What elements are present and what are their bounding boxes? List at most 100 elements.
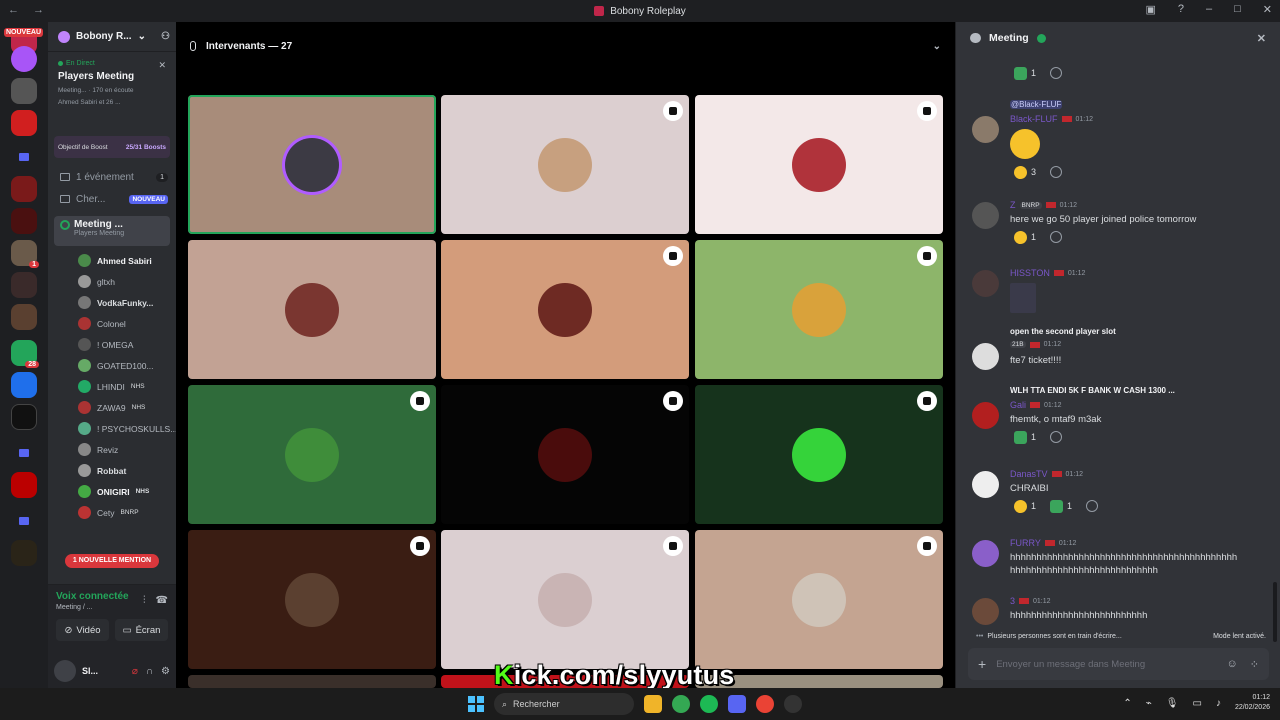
obs-icon[interactable] bbox=[784, 695, 802, 713]
server-icon-friends[interactable] bbox=[11, 110, 37, 136]
speaker-tile[interactable] bbox=[188, 675, 436, 688]
browse-row[interactable]: Cher... NOUVEAU bbox=[48, 188, 176, 210]
reaction-laugh[interactable]: 1 bbox=[1010, 228, 1040, 246]
avatar[interactable] bbox=[54, 660, 76, 682]
video-button[interactable]: ⊘ Vidéo bbox=[56, 619, 109, 641]
server-icon[interactable] bbox=[11, 472, 37, 498]
gear-icon[interactable]: ⚙ bbox=[161, 666, 170, 677]
speaker-tile[interactable] bbox=[441, 95, 689, 234]
voice-member[interactable]: Cety BNRP bbox=[48, 502, 176, 523]
headphones-icon[interactable]: ∩ bbox=[146, 666, 153, 677]
speaker-tile[interactable] bbox=[695, 385, 943, 524]
author-name[interactable]: 3 bbox=[1010, 596, 1015, 606]
voice-member[interactable]: gltxh bbox=[48, 271, 176, 292]
speaker-tile[interactable] bbox=[441, 385, 689, 524]
discord-icon[interactable] bbox=[728, 695, 746, 713]
mic-muted-icon[interactable]: ⌀ bbox=[132, 666, 138, 677]
voice-member[interactable]: ONIGIRI NHS bbox=[48, 481, 176, 502]
reaction-laugh[interactable]: 3 bbox=[1010, 163, 1040, 181]
server-icon[interactable]: 1 bbox=[11, 240, 39, 268]
author-name[interactable]: DanasTV bbox=[1010, 469, 1048, 479]
speaker-tile[interactable] bbox=[695, 530, 943, 669]
sticker-icon[interactable]: ☺ bbox=[1227, 658, 1238, 671]
server-icon[interactable] bbox=[11, 404, 37, 430]
reaction-check[interactable]: 1 bbox=[1010, 64, 1040, 82]
maximize-icon[interactable]: □ bbox=[1234, 3, 1241, 16]
speaker-tile[interactable] bbox=[188, 95, 436, 234]
spotify-icon[interactable] bbox=[700, 695, 718, 713]
speaker-tile[interactable] bbox=[695, 95, 943, 234]
reaction-check[interactable]: 1 bbox=[1046, 497, 1076, 515]
taskbar-search[interactable]: ⌕ Rechercher bbox=[494, 693, 634, 715]
chevron-down-icon[interactable]: ⌄ bbox=[933, 41, 941, 52]
forward-icon[interactable]: → bbox=[33, 4, 44, 16]
back-icon[interactable]: ← bbox=[8, 4, 19, 16]
voice-member[interactable]: Reviz bbox=[48, 439, 176, 460]
close-icon[interactable]: ✕ bbox=[158, 60, 166, 71]
speaker-tile[interactable] bbox=[188, 240, 436, 379]
chat-scrollbar[interactable] bbox=[1273, 582, 1277, 642]
reply-preview[interactable]: @Black-FLUF bbox=[1010, 100, 1063, 109]
server-icon[interactable] bbox=[11, 540, 37, 566]
events-row[interactable]: 1 événement 1 bbox=[48, 166, 176, 188]
add-reaction-button[interactable] bbox=[1046, 228, 1066, 246]
speaker-tile[interactable] bbox=[188, 530, 436, 669]
voice-member[interactable]: VodkaFunky... bbox=[48, 292, 176, 313]
folder-icon[interactable] bbox=[11, 508, 37, 534]
author-name[interactable]: Black-FLUF bbox=[1010, 114, 1058, 124]
server-icon[interactable] bbox=[11, 78, 37, 104]
speaker-tile[interactable] bbox=[695, 240, 943, 379]
volume-icon[interactable]: ♪ bbox=[1216, 698, 1221, 709]
avatar[interactable] bbox=[972, 270, 999, 297]
composer-placeholder[interactable]: Envoyer un message dans Meeting bbox=[996, 659, 1145, 670]
server-icon[interactable] bbox=[11, 304, 37, 330]
add-reaction-button[interactable] bbox=[1046, 428, 1066, 446]
author-name[interactable]: Z bbox=[1010, 200, 1016, 210]
server-icon[interactable] bbox=[11, 208, 37, 234]
speaker-tile[interactable] bbox=[441, 530, 689, 669]
server-icon[interactable] bbox=[11, 176, 37, 202]
voice-member[interactable]: ZAWA9 NHS bbox=[48, 397, 176, 418]
message-composer[interactable]: + Envoyer un message dans Meeting ☺ ⁘ bbox=[968, 648, 1269, 680]
disconnect-icon[interactable]: ☎ bbox=[156, 595, 168, 606]
author-name[interactable]: FURRY bbox=[1010, 538, 1041, 548]
live-event-card[interactable]: En Direct Players Meeting Meeting... · 1… bbox=[54, 56, 170, 132]
server-icon[interactable] bbox=[11, 372, 37, 398]
folder-icon[interactable] bbox=[11, 144, 37, 170]
avatar[interactable] bbox=[972, 540, 999, 567]
voice-member[interactable]: ! PSYCHOSKULLS... bbox=[48, 418, 176, 439]
add-reaction-button[interactable] bbox=[1046, 163, 1066, 181]
windows-start-icon[interactable] bbox=[468, 696, 484, 712]
author-name[interactable]: Gali bbox=[1010, 400, 1026, 410]
add-reaction-button[interactable] bbox=[1082, 497, 1102, 515]
clock[interactable]: 01:12 22/02/2026 bbox=[1235, 693, 1270, 713]
voice-member[interactable]: Robbat bbox=[48, 460, 176, 481]
author-name[interactable]: HISSTON bbox=[1010, 268, 1050, 278]
voice-member[interactable]: Colonel bbox=[48, 313, 176, 334]
voice-member[interactable]: ! OMEGA bbox=[48, 334, 176, 355]
server-icon[interactable] bbox=[11, 272, 37, 298]
voice-member[interactable]: LHINDI NHS bbox=[48, 376, 176, 397]
file-explorer-icon[interactable] bbox=[644, 695, 662, 713]
inbox-icon[interactable]: ▣ bbox=[1145, 3, 1155, 16]
active-stage-channel[interactable]: Meeting ... Players Meeting bbox=[54, 216, 170, 246]
speaker-tile[interactable] bbox=[188, 385, 436, 524]
mic-icon[interactable]: 🎙 bbox=[1166, 698, 1179, 709]
chevron-up-icon[interactable]: ⌃ bbox=[1123, 698, 1131, 709]
network-icon[interactable]: ⌁ bbox=[1146, 698, 1152, 709]
avatar[interactable] bbox=[972, 116, 999, 143]
server-icon[interactable]: 28 bbox=[11, 340, 39, 368]
plus-icon[interactable]: + bbox=[978, 656, 986, 672]
apps-icon[interactable]: ⁘ bbox=[1250, 658, 1259, 671]
screen-share-button[interactable]: ▭ Écran bbox=[115, 619, 168, 641]
server-icon[interactable] bbox=[11, 46, 37, 72]
reaction-laugh[interactable]: 1 bbox=[1010, 497, 1040, 515]
chrome-profile-icon[interactable] bbox=[756, 695, 774, 713]
voice-member[interactable]: Ahmed Sabiri bbox=[48, 250, 176, 271]
reply-preview[interactable]: WLH TTA ENDI 5K F BANK W CASH 1300 ... bbox=[1010, 386, 1175, 395]
folder-icon[interactable] bbox=[11, 440, 37, 466]
reaction-check[interactable]: 1 bbox=[1010, 428, 1040, 446]
avatar[interactable] bbox=[972, 598, 999, 625]
avatar[interactable] bbox=[972, 343, 999, 370]
avatar[interactable] bbox=[972, 471, 999, 498]
